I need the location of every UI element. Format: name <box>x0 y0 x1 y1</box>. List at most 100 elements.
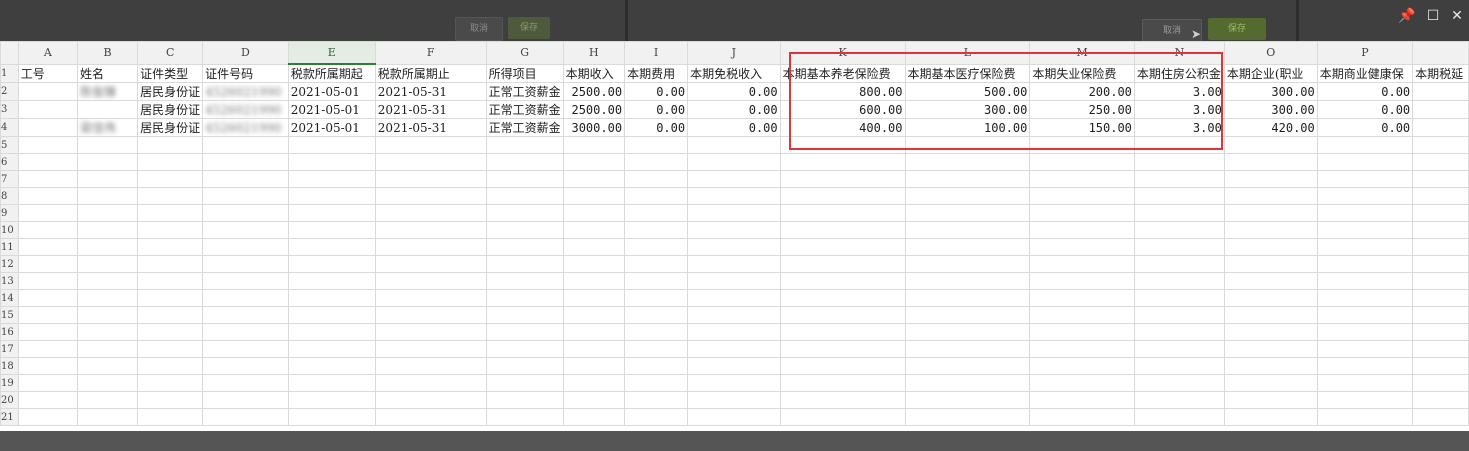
table-cell[interactable] <box>287 323 376 341</box>
table-cell[interactable] <box>137 323 204 341</box>
table-cell[interactable] <box>287 153 376 171</box>
table-cell[interactable] <box>779 238 906 256</box>
table-cell[interactable] <box>137 340 204 358</box>
table-cell[interactable] <box>1029 170 1135 188</box>
table-cell[interactable] <box>779 408 906 426</box>
row-header[interactable]: 7 <box>0 170 19 188</box>
table-cell[interactable] <box>1223 306 1318 324</box>
column-header[interactable]: P <box>1316 41 1414 65</box>
table-cell[interactable] <box>1029 357 1135 375</box>
table-cell[interactable]: 本期收入 <box>562 63 626 83</box>
table-cell[interactable]: 4526021990 <box>202 82 289 101</box>
table-cell[interactable]: 证件号码 <box>202 63 289 83</box>
table-cell[interactable] <box>624 255 689 273</box>
table-cell[interactable]: 姓名 <box>76 63 139 83</box>
table-cell[interactable] <box>1029 187 1135 205</box>
table-cell[interactable] <box>624 170 689 188</box>
table-cell[interactable] <box>485 340 564 358</box>
table-cell[interactable] <box>1223 391 1318 409</box>
table-cell[interactable] <box>287 357 376 375</box>
table-cell[interactable] <box>202 306 289 324</box>
table-cell[interactable] <box>562 204 626 222</box>
table-cell[interactable] <box>137 136 204 154</box>
table-cell[interactable] <box>1412 357 1469 375</box>
table-cell[interactable] <box>687 391 781 409</box>
column-header[interactable]: A <box>17 41 78 65</box>
column-header[interactable]: N <box>1133 41 1225 65</box>
table-cell[interactable] <box>17 408 78 426</box>
table-cell[interactable] <box>779 340 906 358</box>
table-cell[interactable] <box>624 323 689 341</box>
table-cell[interactable] <box>76 340 139 358</box>
table-cell[interactable] <box>202 153 289 171</box>
table-cell[interactable] <box>202 170 289 188</box>
table-cell[interactable] <box>287 170 376 188</box>
table-cell[interactable]: 4526021990 <box>202 100 289 119</box>
row-header[interactable]: 15 <box>0 306 19 324</box>
table-cell[interactable] <box>904 170 1031 188</box>
table-cell[interactable] <box>1133 374 1225 392</box>
table-cell[interactable] <box>1223 272 1318 290</box>
table-cell[interactable] <box>202 289 289 307</box>
table-cell[interactable] <box>904 187 1031 205</box>
table-cell[interactable] <box>624 187 689 205</box>
table-cell[interactable] <box>287 391 376 409</box>
row-header[interactable]: 11 <box>0 238 19 256</box>
table-cell[interactable] <box>17 238 78 256</box>
table-cell[interactable] <box>1133 153 1225 171</box>
table-cell[interactable] <box>485 374 564 392</box>
table-cell[interactable] <box>1316 221 1414 239</box>
table-cell[interactable] <box>687 272 781 290</box>
table-cell[interactable] <box>485 136 564 154</box>
table-cell[interactable] <box>17 255 78 273</box>
table-cell[interactable] <box>1316 306 1414 324</box>
table-cell[interactable] <box>76 391 139 409</box>
table-cell[interactable] <box>76 357 139 375</box>
row-header[interactable]: 4 <box>0 118 19 137</box>
row-header[interactable]: 8 <box>0 187 19 205</box>
table-cell[interactable] <box>1412 204 1469 222</box>
table-cell[interactable] <box>76 100 139 119</box>
table-cell[interactable] <box>1029 255 1135 273</box>
table-cell[interactable]: 300.00 <box>1223 82 1318 101</box>
table-cell[interactable]: 2021-05-01 <box>287 100 376 119</box>
table-cell[interactable] <box>904 391 1031 409</box>
table-cell[interactable]: 居民身份证 <box>137 100 204 119</box>
table-cell[interactable] <box>1412 238 1469 256</box>
table-cell[interactable] <box>17 170 78 188</box>
save-button[interactable]: 保存 <box>1208 18 1266 40</box>
table-cell[interactable] <box>687 357 781 375</box>
table-cell[interactable] <box>202 187 289 205</box>
table-cell[interactable] <box>624 340 689 358</box>
table-cell[interactable] <box>1029 306 1135 324</box>
table-cell[interactable] <box>374 391 487 409</box>
table-cell[interactable] <box>76 323 139 341</box>
table-cell[interactable] <box>76 272 139 290</box>
table-cell[interactable] <box>17 340 78 358</box>
table-cell[interactable] <box>137 153 204 171</box>
table-cell[interactable]: 居民身份证 <box>137 82 204 101</box>
table-cell[interactable] <box>485 170 564 188</box>
table-cell[interactable] <box>904 408 1031 426</box>
table-cell[interactable] <box>624 289 689 307</box>
table-cell[interactable]: 2021-05-01 <box>287 82 376 101</box>
table-cell[interactable]: 2500.00 <box>562 82 626 101</box>
column-header[interactable]: J <box>687 41 781 65</box>
table-cell[interactable]: 150.00 <box>1029 118 1135 137</box>
table-cell[interactable] <box>137 204 204 222</box>
table-cell[interactable] <box>779 221 906 239</box>
row-header[interactable]: 21 <box>0 408 19 426</box>
table-cell[interactable] <box>904 136 1031 154</box>
table-cell[interactable] <box>1316 289 1414 307</box>
table-cell[interactable] <box>202 391 289 409</box>
table-cell[interactable] <box>687 221 781 239</box>
table-cell[interactable]: 0.00 <box>1316 118 1414 137</box>
table-cell[interactable] <box>779 391 906 409</box>
column-header[interactable]: K <box>779 41 906 65</box>
table-cell[interactable] <box>485 255 564 273</box>
table-cell[interactable] <box>202 221 289 239</box>
table-cell[interactable] <box>76 221 139 239</box>
table-cell[interactable] <box>374 289 487 307</box>
table-cell[interactable] <box>76 153 139 171</box>
table-cell[interactable] <box>202 340 289 358</box>
